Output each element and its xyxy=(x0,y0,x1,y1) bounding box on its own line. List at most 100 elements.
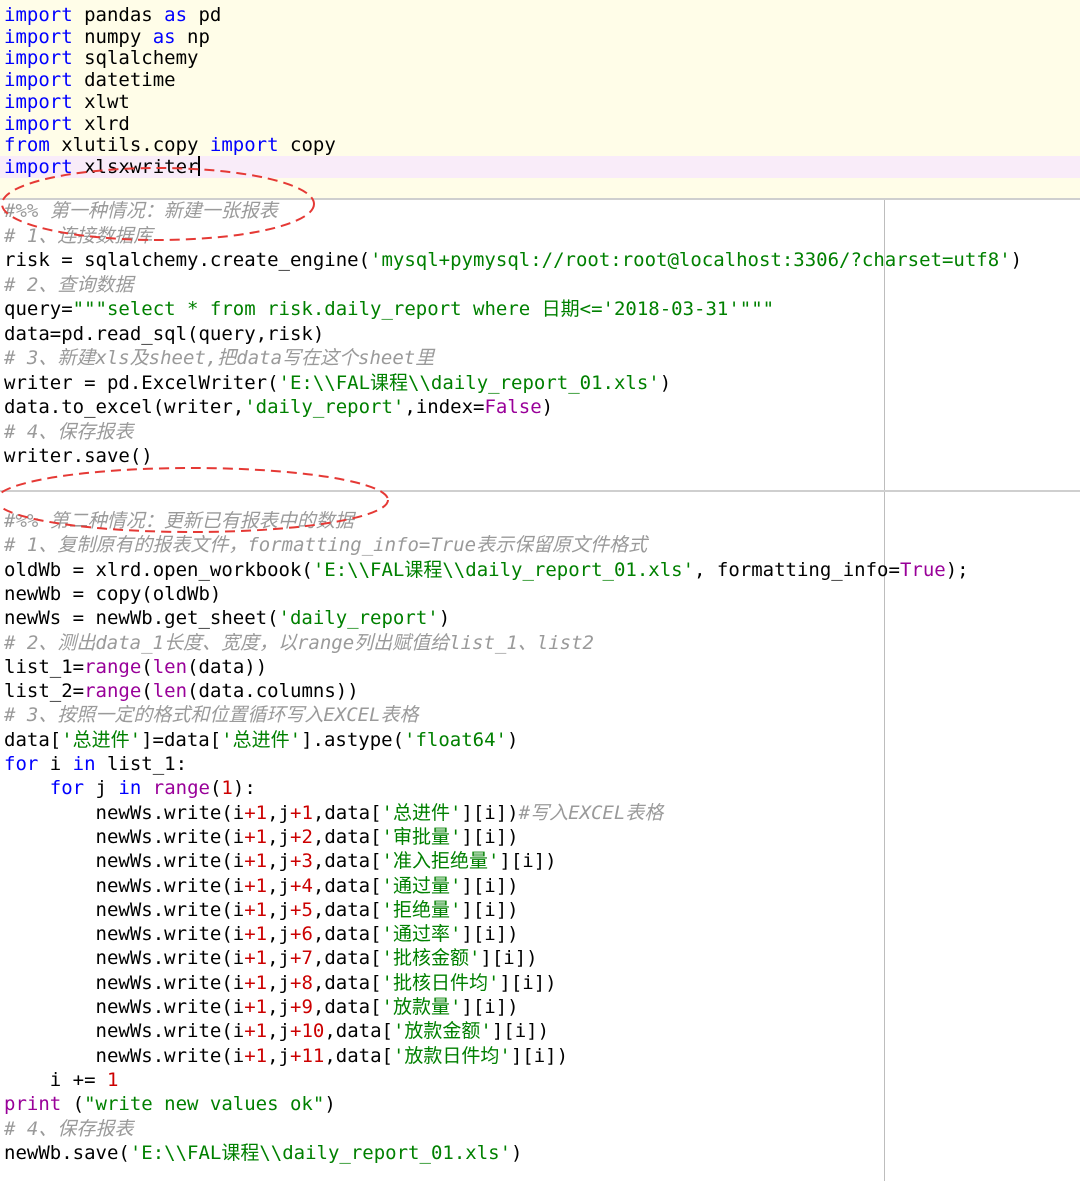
code-line[interactable]: newWs.write(i+1,j+9,data['放款量'][i]) xyxy=(4,996,519,1018)
code-line[interactable]: newWs.write(i+1,j+3,data['准入拒绝量'][i]) xyxy=(4,850,557,872)
code-line[interactable]: import numpy as np xyxy=(4,26,210,48)
code-line[interactable]: for j in range(1): xyxy=(4,777,256,799)
code-token: ][i]) xyxy=(461,923,519,946)
code-line[interactable]: import xlrd xyxy=(4,113,130,135)
code-token: i xyxy=(38,753,73,775)
code-token: ,j xyxy=(267,947,290,970)
code-line[interactable]: # 3、新建xls及sheet,把data写在这个sheet里 xyxy=(4,347,434,369)
builtin-token: range xyxy=(84,655,142,678)
number-literal: 1 xyxy=(106,1068,119,1091)
comment-token: # 4、保存报表 xyxy=(4,420,134,443)
code-line[interactable]: data['总进件']=data['总进件'].astype('float64'… xyxy=(4,729,518,751)
code-token: newWs.write(i xyxy=(4,898,245,921)
code-line[interactable]: list_2=range(len(data.columns)) xyxy=(4,680,359,702)
code-token: newWs.write(i xyxy=(4,874,245,897)
keyword-token: import xyxy=(4,47,73,70)
code-line[interactable]: writer = pd.ExcelWriter('E:\\FAL课程\\dail… xyxy=(4,372,671,394)
code-token: risk = sqlalchemy.create_engine( xyxy=(4,249,371,271)
code-line[interactable]: print ("write new values ok") xyxy=(4,1093,336,1115)
code-token: data.to_excel(writer, xyxy=(4,396,245,418)
code-token: ,data[ xyxy=(312,947,382,970)
code-line[interactable]: data=pd.read_sql(query,risk) xyxy=(4,323,324,345)
code-line[interactable]: newWs.write(i+1,j+8,data['批核日件均'][i]) xyxy=(4,972,557,994)
code-line[interactable]: newWs.write(i+1,j+7,data['批核金额'][i]) xyxy=(4,947,538,969)
comment-token: #%% 第二种情况：更新已有报表中的数据 xyxy=(4,510,354,532)
code-line[interactable]: newWs.write(i+1,j+2,data['审批量'][i]) xyxy=(4,826,519,848)
code-token: newWs.write(i xyxy=(4,801,245,824)
code-token: xlwt xyxy=(72,90,130,113)
code-line[interactable]: newWs.write(i+1,j+1,data['总进件'][i])#写入EX… xyxy=(4,801,664,824)
string-literal: 'daily_report' xyxy=(244,396,405,418)
number-literal: +9 xyxy=(290,996,313,1018)
code-line[interactable]: list_1=range(len(data)) xyxy=(4,656,267,678)
code-line[interactable]: newWs.write(i+1,j+5,data['拒绝量'][i]) xyxy=(4,899,519,921)
code-line[interactable]: # 3、按照一定的格式和位置循环写入EXCEL表格 xyxy=(4,704,419,726)
code-line[interactable]: #%% 第二种情况：更新已有报表中的数据 xyxy=(4,510,354,532)
number-literal: +1 xyxy=(244,801,268,824)
code-token: ].astype( xyxy=(301,728,405,751)
code-token: ,j xyxy=(267,874,290,897)
code-line[interactable]: newWs.write(i+1,j+11,data['放款日件均'][i]) xyxy=(4,1044,569,1067)
code-line[interactable]: data.to_excel(writer,'daily_report',inde… xyxy=(4,396,553,418)
code-editor[interactable]: import pandas as pd import numpy as np imp… xyxy=(0,0,1080,1181)
keyword-token: for xyxy=(4,753,39,775)
code-cell-case1[interactable]: #%% 第一种情况：新建一张报表 # 1、连接数据库 risk = sqlalche… xyxy=(0,200,1080,490)
string-literal: '总进件' xyxy=(381,801,462,824)
code-line[interactable]: i += 1 xyxy=(4,1068,119,1091)
string-literal: '通过率' xyxy=(381,923,462,946)
code-line[interactable]: from xlutils.copy import copy xyxy=(4,134,336,156)
code-line[interactable]: newWb.save('E:\\FAL课程\\daily_report_01.x… xyxy=(4,1142,522,1164)
code-line[interactable]: import datetime xyxy=(4,69,176,91)
code-token: (data)) xyxy=(187,655,268,678)
code-line[interactable]: #%% 第一种情况：新建一张报表 xyxy=(4,200,278,222)
code-line[interactable]: import xlsxwriter xyxy=(4,155,201,178)
code-line[interactable]: import pandas as pd xyxy=(4,4,221,26)
code-line[interactable]: risk = sqlalchemy.create_engine('mysql+p… xyxy=(4,249,1022,271)
code-line[interactable]: # 1、连接数据库 xyxy=(4,225,152,247)
code-token: ( xyxy=(61,1093,85,1116)
string-literal: 'daily_report' xyxy=(278,607,439,630)
comment-token: #%% 第一种情况：新建一张报表 xyxy=(4,200,278,222)
code-token: ,data[ xyxy=(312,874,382,897)
code-line[interactable]: newWs.write(i+1,j+6,data['通过率'][i]) xyxy=(4,923,519,945)
code-token: query= xyxy=(4,298,73,320)
code-line[interactable]: # 4、保存报表 xyxy=(4,1118,133,1140)
code-token: ][i]) xyxy=(499,971,557,994)
code-line[interactable]: # 2、测出data_1长度、宽度，以range列出赋值给list_1、list… xyxy=(4,632,594,654)
text-cursor-icon xyxy=(198,155,201,176)
code-token: ][i]) xyxy=(499,850,557,873)
code-line[interactable]: # 4、保存报表 xyxy=(4,421,133,443)
code-line[interactable]: import xlwt xyxy=(4,91,130,113)
code-token: newWs.write(i xyxy=(4,825,245,848)
code-cell-imports[interactable]: import pandas as pd import numpy as np imp… xyxy=(0,0,1080,198)
code-line[interactable]: newWs = newWb.get_sheet('daily_report') xyxy=(4,607,450,629)
code-token: newWs = newWb.get_sheet( xyxy=(4,607,279,630)
code-token: list_1: xyxy=(95,753,188,775)
code-cell-case2[interactable]: #%% 第二种情况：更新已有报表中的数据 # 1、复制原有的报表文件，format… xyxy=(0,492,1080,1181)
builtin-token: print xyxy=(4,1093,62,1116)
code-token: data[ xyxy=(4,728,62,751)
code-line[interactable]: newWb = copy(oldWb) xyxy=(4,583,221,605)
code-line[interactable]: # 1、复制原有的报表文件，formatting_info=True表示保留原文… xyxy=(4,534,647,556)
code-token: ) xyxy=(511,1141,523,1164)
code-line[interactable]: oldWb = xlrd.open_workbook('E:\\FAL课程\\d… xyxy=(4,559,969,581)
code-line[interactable]: newWs.write(i+1,j+10,data['放款金额'][i]) xyxy=(4,1020,550,1042)
code-line[interactable]: newWs.write(i+1,j+4,data['通过量'][i]) xyxy=(4,875,519,897)
string-literal: 'E:\\FAL课程\\daily_report_01.xls' xyxy=(278,371,660,394)
number-literal: +4 xyxy=(290,874,313,897)
code-line[interactable]: query="""select * from risk.daily_report… xyxy=(4,298,774,320)
code-line[interactable]: writer.save() xyxy=(4,445,153,467)
code-token: list_1= xyxy=(4,655,85,678)
code-token: oldWb = xlrd.open_workbook( xyxy=(4,558,313,581)
string-literal: '准入拒绝量' xyxy=(381,850,500,873)
code-token: numpy xyxy=(72,25,153,48)
code-token: ][i]) xyxy=(480,947,538,970)
code-token: ,data[ xyxy=(324,1044,393,1067)
code-line[interactable]: # 2、查询数据 xyxy=(4,274,133,296)
number-literal: +7 xyxy=(290,947,313,970)
code-line[interactable]: for i in list_1: xyxy=(4,753,187,775)
code-line[interactable]: import sqlalchemy xyxy=(4,47,198,69)
builtin-token: False xyxy=(484,396,542,418)
number-literal: +8 xyxy=(290,971,313,994)
code-token: ,j xyxy=(267,898,290,921)
